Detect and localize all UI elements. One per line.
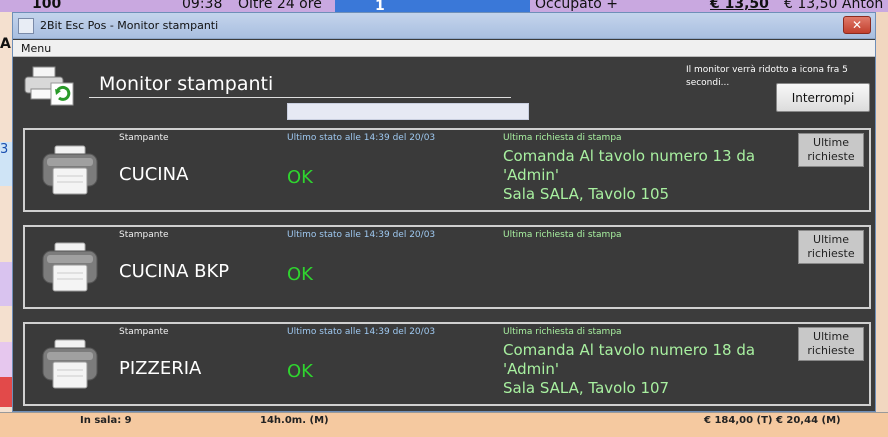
monitor-header: Monitor stampanti Il monitor verrà ridot… [13,57,875,129]
printer-name: CUCINA [119,164,189,185]
status-label: Ultimo stato alle 14:39 del 20/03 [287,230,436,240]
title-underline [89,97,511,98]
printer-card-pizzeria: Stampante Ultimo stato alle 14:39 del 20… [23,322,871,406]
title-bar[interactable]: 2Bit Esc Pos - Monitor stampanti ✕ [13,13,875,39]
request-line: Comanda Al tavolo numero 13 da [503,147,756,165]
background-status-bar: In sala: 9 14h.0m. (M) € 184,00 (T) € 20… [0,412,888,437]
printer-card-cucina: Stampante Ultimo stato alle 14:39 del 20… [23,128,871,212]
request-text: Comanda Al tavolo numero 18 da 'Admin' S… [503,341,813,398]
request-line: Sala SALA, Tavolo 105 [503,185,670,203]
bg-top-time: 09:38 [182,0,223,12]
printer-label: Stampante [119,327,169,337]
request-line: 'Admin' [503,360,560,378]
printer-refresh-icon [24,66,74,106]
background-right-strip [876,12,888,437]
request-line: Sala SALA, Tavolo 107 [503,379,670,397]
printer-card-cucina-bkp: Stampante Ultimo stato alle 14:39 del 20… [23,225,871,309]
status-value: OK [287,264,313,285]
bg-top-status: Occupato + [535,0,618,12]
close-button[interactable]: ✕ [843,16,871,34]
printer-icon [42,339,98,389]
bg-top-price: € 13,50 [710,0,769,12]
stop-button[interactable]: Interrompi [776,83,870,112]
bg-left-digit: 3 [0,142,9,157]
menu-bar: Menu [13,40,875,57]
window-title: 2Bit Esc Pos - Monitor stampanti [40,19,219,32]
printer-label: Stampante [119,133,169,143]
status-label: Ultimo stato alle 14:39 del 20/03 [287,133,436,143]
request-line: Comanda Al tavolo numero 18 da [503,341,756,359]
recent-requests-button[interactable]: Ultime richieste [798,133,864,167]
bg-top-left: 100 [32,0,62,12]
menu-item-menu[interactable]: Menu [21,42,51,55]
request-text: Comanda Al tavolo numero 13 da 'Admin' S… [503,147,813,204]
bg-left-letter: A [0,36,11,52]
printer-icon [42,242,98,292]
printer-label: Stampante [119,230,169,240]
printer-name: CUCINA BKP [119,261,230,282]
bg-top-duration: Oltre 24 ore [238,0,322,12]
request-label: Ultima richiesta di stampa [503,327,622,337]
background-blue-cell: 1 [335,0,530,14]
bg-bottom-time: 14h.0m. (M) [260,415,329,426]
status-value: OK [287,167,313,188]
printer-name: PIZZERIA [119,358,202,379]
recent-requests-button[interactable]: Ultime richieste [798,230,864,264]
app-icon [18,18,34,34]
printer-icon [42,145,98,195]
recent-requests-button[interactable]: Ultime richieste [798,327,864,361]
bg-top-price2: € 13,50 Anton [784,0,884,12]
bg-bottom-hall: In sala: 9 [80,415,132,426]
request-line: 'Admin' [503,166,560,184]
printer-monitor-window: 2Bit Esc Pos - Monitor stampanti ✕ Menu … [12,12,876,412]
page-title: Monitor stampanti [99,73,274,95]
status-label: Ultimo stato alle 14:39 del 20/03 [287,327,436,337]
progress-bar [287,103,529,120]
request-label: Ultima richiesta di stampa [503,230,622,240]
background-left-strip: A 3 [0,12,12,437]
request-label: Ultima richiesta di stampa [503,133,622,143]
bg-bottom-total: € 184,00 (T) € 20,44 (M) [704,415,841,426]
status-value: OK [287,361,313,382]
